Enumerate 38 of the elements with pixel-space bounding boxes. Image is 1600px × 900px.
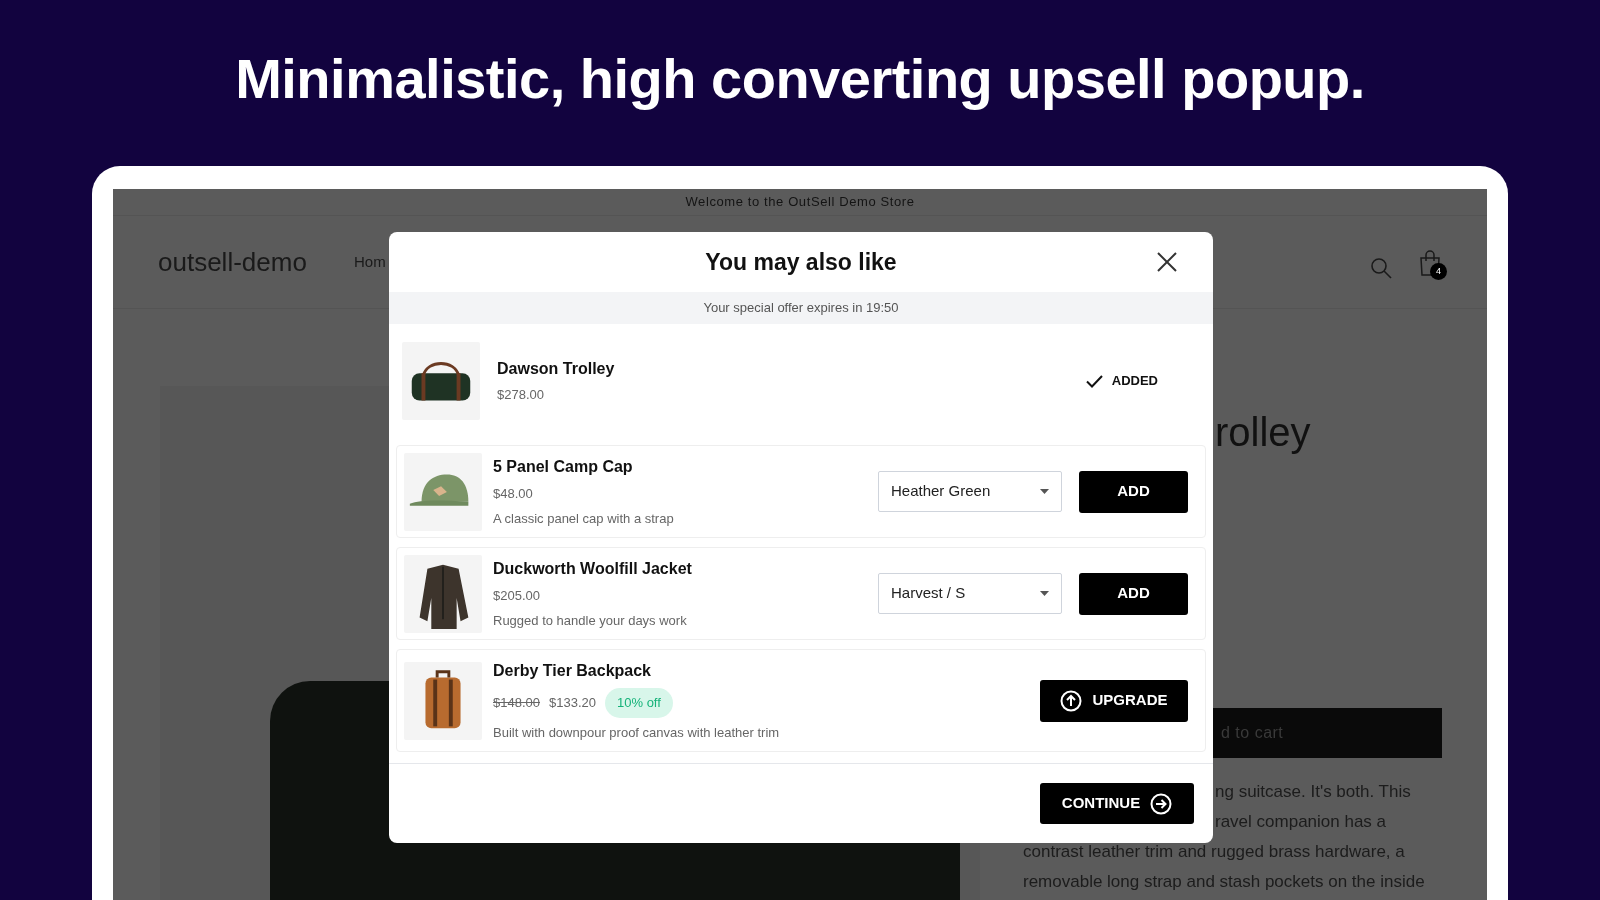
product-description-line: ng suitcase. It's both. This xyxy=(1215,781,1411,803)
product-description-line: contrast leather trim and rugged brass hardware, a xyxy=(1023,841,1405,863)
product-name: Duckworth Woolfill Jacket xyxy=(493,559,693,579)
offer-timer-text: Your special offer expires in 19:50 xyxy=(703,299,899,318)
product-price: $205.00 xyxy=(493,587,540,605)
caret-icon xyxy=(1040,591,1049,596)
add-button[interactable]: ADD xyxy=(1079,572,1188,615)
product-description-line: ravel companion has a xyxy=(1215,811,1387,833)
product-price: $48.00 xyxy=(493,485,533,503)
add-button[interactable]: ADD xyxy=(1079,470,1188,513)
product-title: rolley xyxy=(1215,409,1311,456)
product-description: Built with downpour proof canvas with leather trim xyxy=(493,723,781,742)
close-icon[interactable] xyxy=(1156,251,1178,273)
product-description-line: removable long strap and stash pockets on the inside xyxy=(1023,871,1425,893)
shopping-bag-icon[interactable] xyxy=(1418,249,1442,277)
upgrade-button[interactable]: UPGRADE xyxy=(1040,679,1188,722)
popup-title: You may also like xyxy=(705,247,897,277)
product-price: $278.00 xyxy=(497,386,544,405)
product-name: 5 Panel Camp Cap xyxy=(493,457,634,477)
product-name: Derby Tier Backpack xyxy=(493,661,652,681)
caret-icon xyxy=(1040,489,1049,494)
arrow-circle-icon xyxy=(1150,792,1173,815)
product-description: A classic panel cap with a strap xyxy=(493,509,675,528)
discount-badge: 10% off xyxy=(605,688,673,718)
headline: Minimalistic, high converting upsell popup. xyxy=(235,46,1365,112)
variant-dropdown[interactable]: Harvest / S xyxy=(878,573,1062,614)
product-price: $133.20 xyxy=(549,694,596,712)
arrow-circle-icon xyxy=(1060,689,1083,712)
checkmark-icon xyxy=(1085,374,1103,388)
variant-dropdown[interactable]: Heather Green xyxy=(878,471,1062,512)
continue-button[interactable]: CONTINUE xyxy=(1040,783,1194,824)
search-icon[interactable] xyxy=(1370,257,1392,279)
original-price: $148.00 xyxy=(493,694,540,712)
cart-count-badge: 4 xyxy=(1430,263,1447,280)
product-description: Rugged to handle your days work xyxy=(493,611,688,630)
product-name: Dawson Trolley xyxy=(497,359,616,380)
added-status: ADDED xyxy=(1111,372,1158,391)
announcement-text: Welcome to the OutSell Demo Store xyxy=(685,193,915,212)
